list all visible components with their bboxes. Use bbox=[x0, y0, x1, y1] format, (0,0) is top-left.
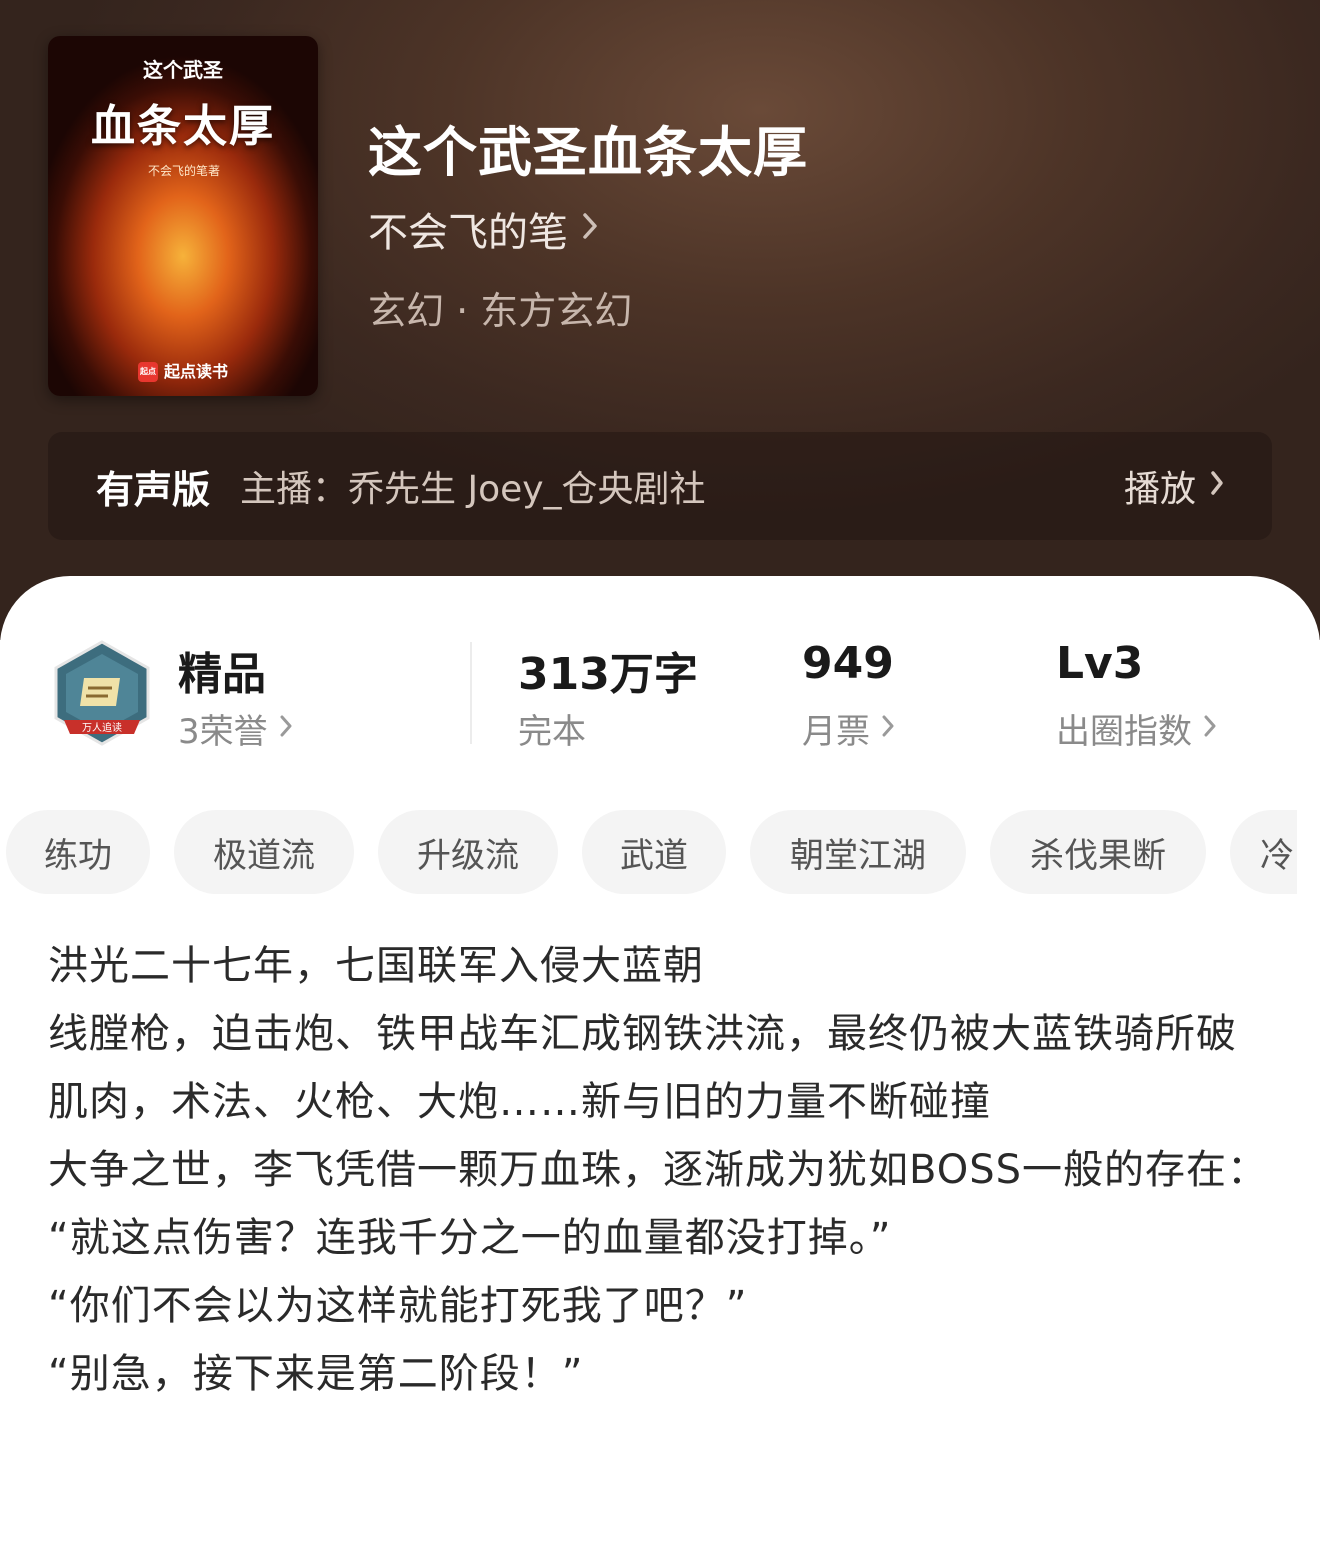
tag-chip[interactable]: 极道流 bbox=[174, 810, 354, 894]
description-line: 洪光二十七年，七国联军入侵大蓝朝 bbox=[48, 943, 704, 989]
audio-host: 主播：乔先生 Joey_仓央剧社 bbox=[240, 469, 706, 510]
audio-play-label: 播放 bbox=[1123, 469, 1196, 510]
stats-divider bbox=[470, 642, 472, 744]
chevron-right-icon bbox=[582, 209, 598, 249]
popularity-index-link[interactable]: 出圈指数 bbox=[1056, 704, 1216, 753]
honors-link[interactable]: 3荣誉 bbox=[178, 704, 292, 753]
book-cover[interactable]: 这个武圣 血条太厚 不会飞的笔著 起点 起点读书 bbox=[48, 36, 318, 396]
description-line: “你们不会以为这样就能打死我了吧？” bbox=[48, 1283, 748, 1329]
description-line: “别急，接下来是第二阶段！” bbox=[48, 1351, 584, 1397]
audio-version-label: 有声版 bbox=[96, 467, 211, 512]
chevron-right-icon bbox=[1204, 711, 1216, 746]
monthly-tickets-count: 949 bbox=[802, 638, 894, 689]
book-description: 洪光二十七年，七国联军入侵大蓝朝 线膛枪，迫击炮、铁甲战车汇成钢铁洪流，最终仍被… bbox=[48, 932, 1278, 1408]
description-line: 线膛枪，迫击炮、铁甲战车汇成钢铁洪流，最终仍被大蓝铁骑所破 bbox=[48, 1011, 1237, 1057]
tag-chip[interactable]: 升级流 bbox=[378, 810, 558, 894]
book-header: 这个武圣 血条太厚 不会飞的笔著 起点 起点读书 这个武圣血条太厚 不会飞的笔 玄… bbox=[0, 0, 1320, 640]
cover-publisher: 起点 起点读书 bbox=[48, 358, 318, 382]
quality-label: 精品 bbox=[178, 649, 266, 700]
chevron-right-icon bbox=[882, 711, 894, 746]
publisher-name: 起点读书 bbox=[163, 361, 228, 381]
tag-chip[interactable]: 朝堂江湖 bbox=[750, 810, 966, 894]
description-line: 大争之世，李飞凭借一颗万血珠，逐渐成为犹如BOSS一般的存在： bbox=[48, 1147, 1269, 1193]
book-info-card: 万人追读 精品 3荣誉 313万字 完本 949 月票 Lv3 出圈指数 练功 … bbox=[0, 576, 1320, 1566]
chevron-right-icon bbox=[1210, 469, 1224, 504]
cover-title-small: 这个武圣 bbox=[143, 58, 223, 82]
tag-chip[interactable]: 杀伐果断 bbox=[990, 810, 1206, 894]
tag-chip[interactable]: 练功 bbox=[6, 810, 150, 894]
popularity-level: Lv3 bbox=[1056, 638, 1144, 689]
honors-count: 3荣誉 bbox=[178, 712, 268, 752]
description-line: 肌肉，术法、火枪、大炮……新与旧的力量不断碰撞 bbox=[48, 1079, 991, 1125]
author-link[interactable]: 不会飞的笔 bbox=[368, 200, 598, 258]
monthly-tickets-label: 月票 bbox=[802, 712, 870, 752]
publisher-logo-icon: 起点 bbox=[137, 362, 158, 382]
tag-chip[interactable]: 冷 bbox=[1230, 810, 1297, 894]
audio-version-bar[interactable]: 有声版 主播：乔先生 Joey_仓央剧社 播放 bbox=[48, 432, 1272, 540]
description-line: “就这点伤害？连我千分之一的血量都没打掉。” bbox=[48, 1215, 892, 1261]
cover-title-big: 血条太厚 bbox=[91, 101, 275, 152]
book-title: 这个武圣血条太厚 bbox=[368, 121, 808, 184]
cover-author: 不会飞的笔著 bbox=[148, 164, 221, 178]
popularity-index-label: 出圈指数 bbox=[1056, 712, 1192, 752]
word-count: 313万字 bbox=[518, 649, 698, 700]
honor-badge-icon[interactable]: 万人追读 bbox=[50, 638, 154, 748]
book-genre[interactable]: 玄幻 · 东方玄幻 bbox=[368, 280, 632, 335]
audio-play-button[interactable]: 播放 bbox=[1124, 460, 1224, 512]
tag-list: 练功 极道流 升级流 武道 朝堂江湖 杀伐果断 冷 bbox=[0, 810, 1297, 896]
status-label: 完本 bbox=[518, 712, 586, 752]
completion-status: 完本 bbox=[518, 704, 586, 753]
tag-chip[interactable]: 武道 bbox=[582, 810, 726, 894]
chevron-right-icon bbox=[280, 711, 292, 746]
badge-text: 万人追读 bbox=[82, 721, 122, 734]
monthly-tickets-link[interactable]: 月票 bbox=[802, 704, 894, 753]
author-name: 不会飞的笔 bbox=[368, 210, 568, 256]
